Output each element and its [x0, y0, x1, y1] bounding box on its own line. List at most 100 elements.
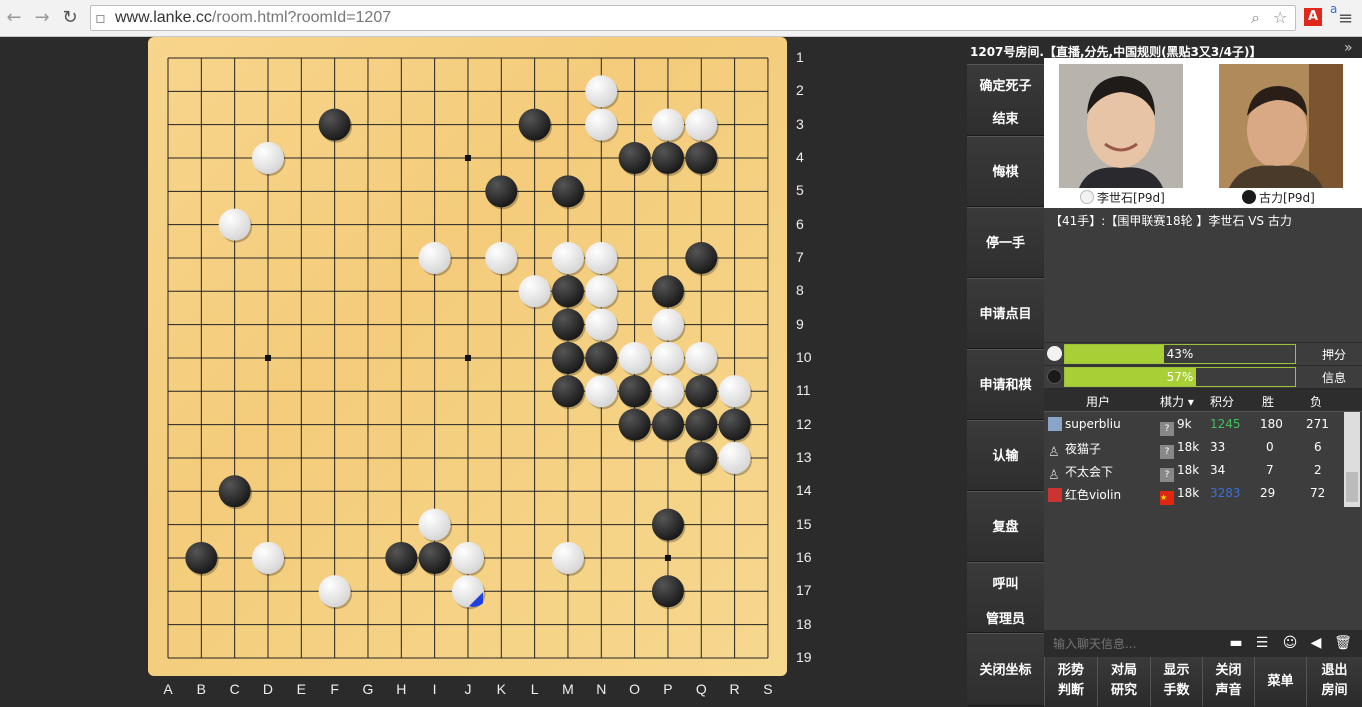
- browser-menu-icon[interactable]: ≡: [1338, 8, 1353, 29]
- btn-line: 关闭: [1215, 663, 1242, 678]
- row-label: 19: [796, 648, 812, 665]
- go-board[interactable]: [148, 37, 787, 676]
- bookmark-star-icon[interactable]: ☆: [1273, 8, 1287, 27]
- black-stone: [318, 108, 351, 141]
- bet-label[interactable]: 押分: [1322, 346, 1346, 363]
- menu-button[interactable]: 菜单: [1254, 657, 1306, 706]
- zoom-icon[interactable]: ⌕: [1251, 8, 1260, 28]
- white-stone: [251, 141, 284, 174]
- game-analysis-button[interactable]: 对局 研究: [1097, 657, 1150, 706]
- user-row[interactable]: ♙ 夜猫子 ? 18k 33 0 6: [1044, 436, 1344, 460]
- resign-button[interactable]: 认输: [967, 420, 1044, 491]
- white-vote-bar[interactable]: 43%: [1064, 344, 1296, 364]
- column-label: O: [629, 681, 641, 697]
- white-stone: [251, 541, 284, 574]
- user-wins: 29: [1260, 486, 1276, 500]
- row-label: 12: [796, 415, 812, 432]
- user-avatar-icon: ♙: [1048, 445, 1060, 460]
- url-path: /room.html?roomId=1207: [211, 9, 392, 26]
- btn-line: 手数: [1163, 683, 1190, 698]
- review-button[interactable]: 复盘: [967, 491, 1044, 562]
- info-label[interactable]: 信息: [1322, 369, 1346, 386]
- forward-icon[interactable]: →: [30, 6, 54, 30]
- column-label: P: [663, 681, 673, 697]
- btn-line: 形势: [1057, 663, 1084, 678]
- undo-label: 悔棋: [992, 165, 1019, 180]
- confirm-dead-button[interactable]: 确定死子 结束: [967, 64, 1044, 136]
- hide-coordinates-button[interactable]: 关闭坐标: [967, 633, 1044, 706]
- white-stone-icon: [1080, 190, 1094, 204]
- column-label: S: [763, 681, 773, 697]
- user-name: 红色violin: [1065, 488, 1122, 502]
- trash-icon[interactable]: 🗑: [1333, 635, 1353, 651]
- black-stone-icon: [1242, 190, 1256, 204]
- game-info: 【41手】:【围甲联赛18轮 】李世石 VS 古力: [1044, 208, 1362, 342]
- undo-button[interactable]: 悔棋: [967, 136, 1044, 207]
- users-scrollbar[interactable]: [1344, 412, 1360, 507]
- black-stone: [618, 408, 651, 441]
- row-label: 14: [796, 482, 812, 499]
- board-grid[interactable]: [148, 37, 787, 676]
- users-table: 用户 棋力 ▾ 积分 胜 负 superbliu ? 9k 1245 180 27…: [1044, 390, 1362, 630]
- show-move-numbers-button[interactable]: 显示 手数: [1150, 657, 1202, 706]
- white-player-name: 李世石[P9d]: [1080, 189, 1165, 206]
- col-rank[interactable]: 棋力 ▾: [1160, 393, 1194, 410]
- col-win[interactable]: 胜: [1262, 393, 1274, 410]
- back-icon[interactable]: ←: [2, 6, 26, 30]
- black-stone: [685, 241, 718, 274]
- adobe-extension-icon[interactable]: A: [1304, 8, 1322, 26]
- unknown-flag-icon: ?: [1160, 445, 1174, 459]
- user-row[interactable]: 红色violin ★ 18k 3283 29 72: [1044, 482, 1344, 505]
- col-score[interactable]: 积分: [1210, 393, 1234, 410]
- scrollbar-thumb[interactable]: [1346, 472, 1358, 502]
- black-stone: [685, 141, 718, 174]
- collapse-panel-icon[interactable]: »: [1344, 40, 1353, 56]
- user-name: superbliu: [1065, 417, 1121, 431]
- pass-button[interactable]: 停一手: [967, 207, 1044, 278]
- column-label: I: [432, 681, 437, 697]
- user-row[interactable]: superbliu ? 9k 1245 180 271: [1044, 413, 1344, 436]
- column-label: F: [330, 681, 339, 697]
- translate-extension-icon[interactable]: a: [1330, 2, 1337, 16]
- row-label: 15: [796, 515, 812, 532]
- mute-sound-button[interactable]: 关闭 声音: [1202, 657, 1254, 706]
- user-wins: 0: [1266, 440, 1274, 454]
- white-stone: [318, 575, 351, 608]
- white-stone: [585, 308, 618, 341]
- user-losses: 271: [1306, 417, 1329, 431]
- white-vote-percent: 43%: [1166, 347, 1194, 361]
- btn-line: 显示: [1163, 663, 1190, 678]
- pass-label: 停一手: [985, 236, 1025, 251]
- request-count-button[interactable]: 申请点目: [967, 278, 1044, 349]
- user-wins: 180: [1260, 417, 1283, 431]
- user-row[interactable]: ♙ 不太会下 ? 18k 34 7 2: [1044, 459, 1344, 483]
- megaphone-icon[interactable]: ◀: [1306, 635, 1326, 651]
- chat-list-icon[interactable]: ☰: [1252, 635, 1272, 651]
- chat-input[interactable]: [1047, 632, 1219, 656]
- request-draw-button[interactable]: 申请和棋: [967, 349, 1044, 420]
- exit-room-button[interactable]: 退出 房间: [1306, 657, 1362, 706]
- row-label: 4: [796, 148, 804, 165]
- black-vote-bar[interactable]: 57%: [1064, 367, 1296, 387]
- black-player-label: 古力[P9d]: [1259, 191, 1315, 205]
- confirm-dead-label: 确定死子: [979, 79, 1032, 94]
- row-label: 9: [796, 315, 804, 332]
- col-user[interactable]: 用户: [1086, 393, 1110, 410]
- call-admin-button[interactable]: 呼叫 管理员: [967, 562, 1044, 633]
- black-stone: [618, 141, 651, 174]
- emoji-icon[interactable]: ☺: [1280, 635, 1300, 651]
- reload-icon[interactable]: ↻: [58, 6, 82, 30]
- white-stone: [718, 441, 751, 474]
- black-stone: [651, 141, 684, 174]
- col-loss[interactable]: 负: [1310, 393, 1322, 410]
- column-label: G: [362, 681, 374, 697]
- chat-bubble-icon[interactable]: ▬: [1226, 635, 1246, 651]
- white-stone: [585, 108, 618, 141]
- column-label: H: [396, 681, 407, 697]
- black-stone: [651, 408, 684, 441]
- position-judge-button[interactable]: 形势 判断: [1044, 657, 1097, 706]
- address-bar[interactable]: ▫ www.lanke.cc/room.html?roomId=1207 ⌕ ☆: [90, 5, 1296, 31]
- row-label: 3: [796, 115, 804, 132]
- game-menu: 确定死子 结束 悔棋 停一手 申请点目 申请和棋 认输 复盘 呼叫 管理员 关闭…: [967, 64, 1044, 706]
- black-player-avatar: [1219, 64, 1343, 188]
